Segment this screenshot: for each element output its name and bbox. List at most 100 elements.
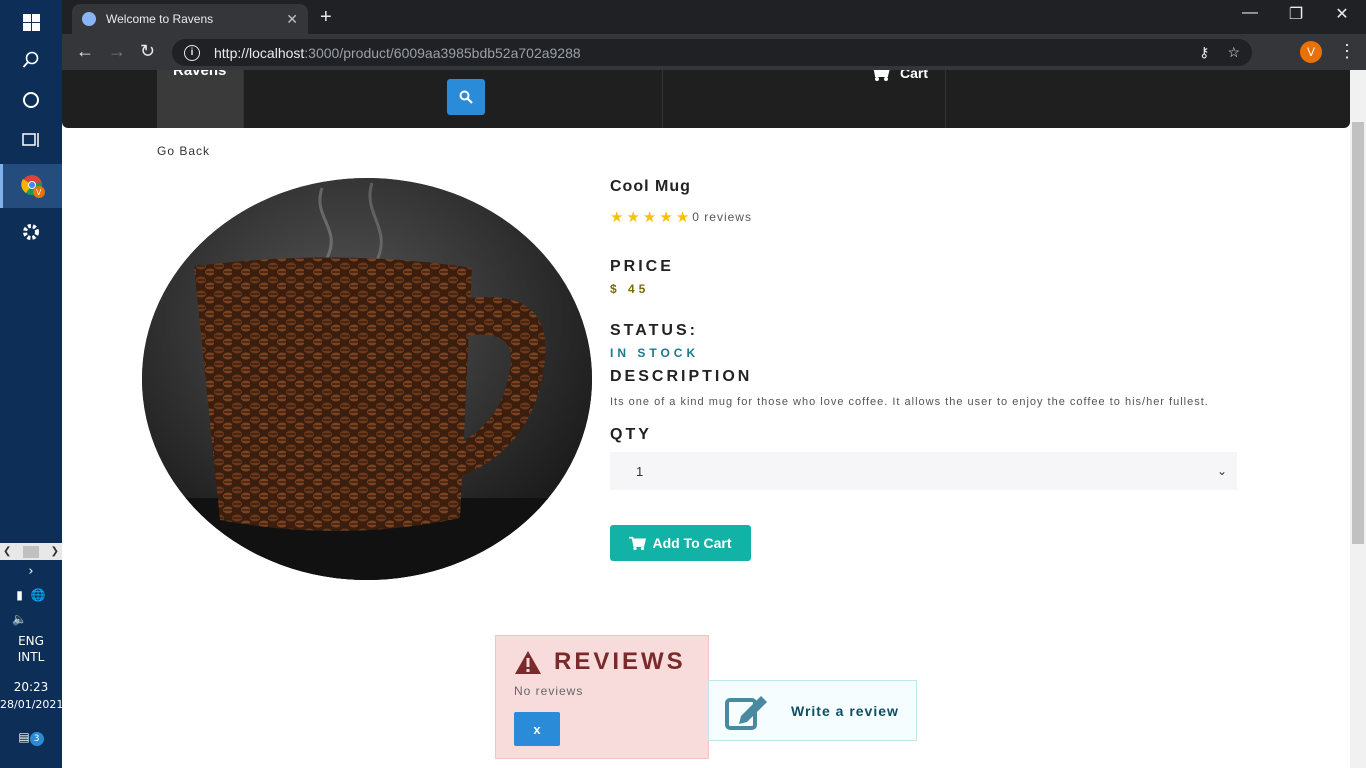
product-name: Cool Mug xyxy=(610,178,691,195)
key-icon[interactable]: ⚷ xyxy=(1199,44,1209,61)
restore-button[interactable]: ❐ xyxy=(1276,4,1316,24)
page-scrollbar-thumb[interactable] xyxy=(1352,122,1364,544)
description-heading: DESCRIPTION xyxy=(610,368,753,385)
brand-link[interactable]: Ravens xyxy=(157,70,243,128)
cortana-button[interactable] xyxy=(0,78,62,122)
add-to-cart-label: Add To Cart xyxy=(652,535,732,551)
nav-divider xyxy=(945,70,946,128)
search-button[interactable] xyxy=(447,79,485,115)
write-review-button[interactable]: Write a review xyxy=(708,680,917,741)
reviews-title: REVIEWS xyxy=(554,648,686,675)
globe-network-icon[interactable]: 🌐 xyxy=(31,588,46,602)
browser-tab[interactable]: Welcome to Ravens ✕ xyxy=(72,4,308,34)
browser-titlebar: Welcome to Ravens ✕ + — ❐ ✕ xyxy=(62,0,1366,34)
shopping-cart-icon xyxy=(873,70,890,81)
kebab-menu-icon[interactable]: ⋮ xyxy=(1338,41,1356,62)
windows-logo-icon xyxy=(22,13,40,31)
page-scrollbar[interactable] xyxy=(1350,70,1366,768)
warning-icon xyxy=(515,650,541,674)
product-rating: ★ ★ ★ ★ ★ 0 reviews xyxy=(610,208,1240,226)
product-image xyxy=(142,178,592,580)
reviews-alert: REVIEWS No reviews x xyxy=(495,635,709,759)
coffee-bean-mug-image xyxy=(142,178,592,580)
profile-avatar[interactable]: V xyxy=(1300,41,1322,63)
favicon-icon xyxy=(82,12,96,26)
search-icon xyxy=(459,90,473,104)
nav-divider xyxy=(243,70,244,128)
action-center-button[interactable]: ▤ 3 xyxy=(0,730,62,746)
write-review-label: Write a review xyxy=(791,702,899,719)
address-bar[interactable]: i http://localhost :3000/product/6009aa3… xyxy=(172,39,1252,66)
star-icon: ★ xyxy=(659,209,674,226)
edit-icon xyxy=(725,695,767,730)
screen: V ❮ ❯ › ▮ 🌐 🔈 ENG INTL 20:23 28/01/2021 … xyxy=(0,0,1366,768)
close-window-button[interactable]: ✕ xyxy=(1322,4,1362,24)
star-icon: ★ xyxy=(675,209,691,226)
web-page: Ravens Cart Go Back Cool Mug ★ ★ ★ ★ ★ 0… xyxy=(62,70,1350,768)
chrome-taskbar-button[interactable]: V xyxy=(0,164,62,208)
dismiss-button[interactable]: x xyxy=(514,712,560,746)
windows-taskbar: V ❮ ❯ › ▮ 🌐 🔈 ENG INTL 20:23 28/01/2021 … xyxy=(0,0,63,768)
language-code: ENG xyxy=(18,634,44,648)
quantity-value: 1 xyxy=(636,463,644,479)
chevron-left-icon[interactable]: ❮ xyxy=(3,546,11,557)
cortana-circle-icon xyxy=(23,92,39,108)
add-to-cart-button[interactable]: Add To Cart xyxy=(610,525,751,561)
show-hidden-icons-chevron-icon[interactable]: › xyxy=(0,564,62,579)
url-path: :3000/product/6009aa3985bdb52a702a9288 xyxy=(304,44,581,61)
chevron-right-icon[interactable]: ❯ xyxy=(51,546,59,557)
scroll-thumb[interactable] xyxy=(23,545,39,558)
notification-icon: ▤ xyxy=(18,730,30,744)
tab-title: Welcome to Ravens xyxy=(106,12,214,26)
search-taskbar-button[interactable] xyxy=(0,38,62,82)
battery-icon[interactable]: ▮ xyxy=(16,588,23,602)
taskbar-scrollbar[interactable]: ❮ ❯ xyxy=(0,543,62,560)
cart-link[interactable]: Cart xyxy=(870,70,928,82)
site-info-icon[interactable]: i xyxy=(184,44,200,61)
stock-status: IN STOCK xyxy=(610,346,700,360)
product-description: Its one of a kind mug for those who love… xyxy=(610,396,1209,408)
nav-divider xyxy=(662,70,663,128)
keyboard-layout: INTL xyxy=(17,650,45,664)
notification-count: 3 xyxy=(29,732,44,746)
shopping-cart-icon xyxy=(629,536,647,550)
qty-heading: QTY xyxy=(610,426,652,443)
chrome-profile-badge: V xyxy=(36,188,42,197)
go-back-link[interactable]: Go Back xyxy=(157,144,210,158)
cart-label: Cart xyxy=(900,70,929,81)
browser-toolbar: ← → ↻ i http://localhost :3000/product/6… xyxy=(62,34,1366,70)
task-view-button[interactable] xyxy=(0,118,62,162)
search-icon xyxy=(22,51,39,68)
volume-icon[interactable]: 🔈 xyxy=(0,612,62,626)
brand-name: Ravens xyxy=(173,70,227,79)
product-details: Cool Mug ★ ★ ★ ★ ★ 0 reviews PRICE $ 45 … xyxy=(610,178,1240,561)
new-tab-button[interactable]: + xyxy=(320,6,332,29)
forward-arrow-icon[interactable]: → xyxy=(108,41,126,62)
minimize-button[interactable]: — xyxy=(1230,4,1270,22)
chevron-down-icon: ⌄ xyxy=(1216,464,1227,478)
tray-icons: ▮ 🌐 xyxy=(0,588,62,602)
task-view-icon xyxy=(22,133,39,147)
reviews-header: REVIEWS xyxy=(514,648,690,676)
gear-icon xyxy=(23,224,39,240)
no-reviews-text: No reviews xyxy=(514,684,584,698)
back-arrow-icon[interactable]: ← xyxy=(76,41,94,62)
language-indicator[interactable]: ENG INTL xyxy=(0,634,62,664)
product-price: $ 45 xyxy=(610,282,650,296)
star-bookmark-icon[interactable]: ☆ xyxy=(1227,44,1240,61)
settings-taskbar-button[interactable] xyxy=(0,210,62,254)
chrome-icon xyxy=(20,175,45,198)
clock[interactable]: 20:23 28/01/2021 xyxy=(0,680,63,711)
clock-time: 20:23 xyxy=(13,680,49,694)
reload-icon[interactable]: ↻ xyxy=(140,41,155,62)
close-tab-icon[interactable]: ✕ xyxy=(286,11,298,28)
quantity-select[interactable]: 1 ⌄ xyxy=(610,452,1237,490)
status-heading: STATUS: xyxy=(610,322,698,339)
star-icon: ★ xyxy=(610,209,625,226)
star-icon: ★ xyxy=(626,209,641,226)
site-navbar: Ravens Cart xyxy=(62,70,1350,128)
star-icon: ★ xyxy=(642,209,658,226)
reviews-count: 0 reviews xyxy=(692,210,752,224)
url-host: http://localhost xyxy=(214,44,305,61)
price-heading: PRICE xyxy=(610,258,674,275)
